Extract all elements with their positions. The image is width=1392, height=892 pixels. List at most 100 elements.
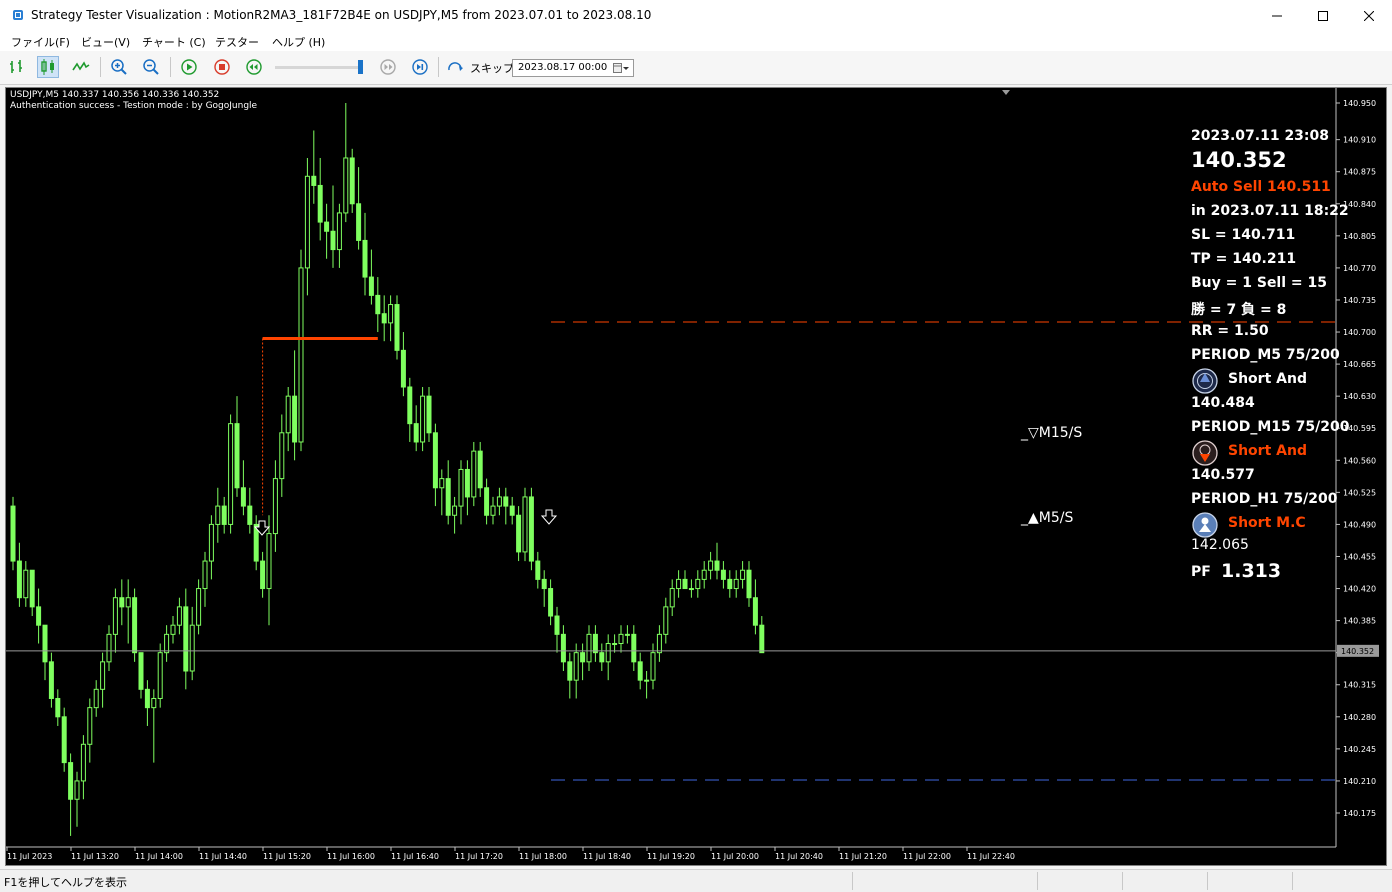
candle-body — [48, 661, 54, 699]
y-tick-label: 140.245 — [1343, 745, 1376, 754]
close-button[interactable] — [1346, 0, 1392, 31]
candle-body — [61, 716, 67, 764]
x-tick-label: 11 Jul 21:20 — [839, 852, 887, 861]
y-tick-label: 140.175 — [1343, 809, 1376, 818]
panel-rr: RR = 1.50 — [1191, 323, 1269, 339]
candle-body — [272, 478, 278, 535]
menu-tester[interactable]: テスター — [215, 34, 259, 50]
candle-body — [471, 450, 477, 498]
bar-chart-button[interactable] — [6, 56, 28, 78]
candle-body — [445, 478, 451, 516]
candle-body — [413, 423, 419, 443]
x-tick-label: 11 Jul 14:40 — [199, 852, 247, 861]
calendar-dropdown-icon[interactable] — [613, 63, 629, 74]
candlestick-icon — [41, 59, 54, 75]
x-tick-label: 11 Jul 20:40 — [775, 852, 823, 861]
m15-signal-label: _▽M15/S — [1021, 425, 1083, 441]
candle-body — [567, 661, 573, 681]
candle-body — [708, 560, 714, 571]
candle-body — [324, 221, 330, 232]
candle-body — [362, 239, 368, 278]
panel-datetime: 2023.07.11 23:08 — [1191, 128, 1330, 144]
candle-body — [522, 496, 528, 553]
candle-body — [650, 652, 656, 681]
rewind-button[interactable] — [243, 56, 265, 78]
stop-button[interactable] — [211, 56, 233, 78]
menu-file[interactable]: ファイル(F) — [11, 34, 70, 50]
panel-m15-signal: Short And — [1228, 443, 1307, 459]
minimize-button[interactable] — [1254, 0, 1300, 31]
skip-date-value: 2023.08.17 00:00 — [518, 62, 608, 73]
candle-body — [464, 468, 470, 498]
candle-body — [170, 624, 176, 635]
app-icon — [13, 10, 23, 20]
candle-body — [16, 560, 22, 599]
panel-m5-signal: Short And — [1228, 371, 1307, 387]
status-bar: F1を押してヘルプを表示 — [0, 869, 1392, 892]
zoom-in-icon — [111, 59, 127, 75]
candle-body — [119, 597, 125, 608]
skip-button[interactable] — [445, 56, 467, 78]
y-tick-label: 140.210 — [1343, 777, 1376, 786]
status-help-text: F1を押してヘルプを表示 — [4, 876, 127, 889]
x-tick-label: 11 Jul 13:20 — [71, 852, 119, 861]
menu-chart[interactable]: チャート (C) — [142, 34, 206, 50]
candle-body — [631, 633, 637, 663]
candle-body — [420, 395, 426, 443]
y-tick-label: 140.455 — [1343, 552, 1376, 561]
y-tick-label: 140.490 — [1343, 520, 1376, 529]
candle-body — [151, 697, 157, 709]
candle-body — [311, 175, 317, 186]
candle-body — [548, 588, 554, 617]
y-tick-label: 140.735 — [1343, 296, 1376, 305]
step-forward-icon — [412, 59, 428, 75]
candlestick-button[interactable] — [37, 56, 59, 78]
x-tick-label: 11 Jul 19:20 — [647, 852, 695, 861]
candle-body — [356, 203, 362, 241]
chart-area[interactable]: 140.950 140.910 140.875 140.840 140.805 140.7… — [5, 87, 1387, 866]
candle-body — [586, 633, 592, 663]
skip-date-field[interactable]: 2023.08.17 00:00 — [512, 59, 634, 77]
y-tick-label: 140.950 — [1343, 99, 1376, 108]
speed-slider-thumb[interactable] — [358, 60, 363, 74]
panel-buy-sell: Buy = 1 Sell = 15 — [1191, 275, 1327, 291]
fast-forward-button[interactable] — [377, 56, 399, 78]
speed-slider-track[interactable] — [275, 66, 361, 69]
panel-period-m5: PERIOD_M5 75/200 — [1191, 347, 1340, 363]
x-tick-label: 11 Jul 16:40 — [391, 852, 439, 861]
candle-body — [701, 569, 707, 580]
price-chart[interactable]: 140.950140.910140.875140.840140.805140.7… — [6, 88, 1386, 865]
candle-body — [304, 175, 310, 269]
candle-body — [106, 633, 112, 663]
play-button[interactable] — [178, 56, 200, 78]
y-tick-label: 140.315 — [1343, 681, 1376, 690]
candle-body — [247, 505, 253, 525]
toolbar: スキップ 2023.08.17 00:00 — [0, 51, 1392, 85]
candle-body — [400, 349, 406, 388]
candle-body — [746, 569, 752, 599]
step-forward-button[interactable] — [409, 56, 431, 78]
candle-body — [176, 606, 182, 626]
candle-body — [330, 230, 336, 251]
x-tick-label: 11 Jul 20:00 — [711, 852, 759, 861]
candle-body — [234, 423, 240, 489]
panel-sl: SL = 140.711 — [1191, 227, 1296, 243]
candle-body — [221, 505, 227, 525]
candle-body — [138, 652, 144, 690]
skip-label[interactable]: スキップ — [470, 60, 514, 76]
title-bar: Strategy Tester Visualization : MotionR2… — [0, 0, 1392, 31]
panel-h1-signal: Short M.C — [1228, 515, 1306, 531]
zoom-out-button[interactable] — [140, 56, 162, 78]
menu-help[interactable]: ヘルプ (H) — [272, 34, 325, 50]
menu-view[interactable]: ビュー(V) — [81, 34, 130, 50]
candle-body — [477, 450, 483, 489]
candle-body — [733, 578, 739, 590]
candle-body — [560, 633, 566, 663]
zoom-in-button[interactable] — [108, 56, 130, 78]
line-chart-button[interactable] — [70, 56, 92, 78]
panel-period-h1: PERIOD_H1 75/200 — [1191, 491, 1338, 507]
candle-body — [240, 487, 246, 507]
x-tick-label: 11 Jul 16:00 — [327, 852, 375, 861]
candle-body — [215, 505, 221, 525]
maximize-button[interactable] — [1300, 0, 1346, 31]
